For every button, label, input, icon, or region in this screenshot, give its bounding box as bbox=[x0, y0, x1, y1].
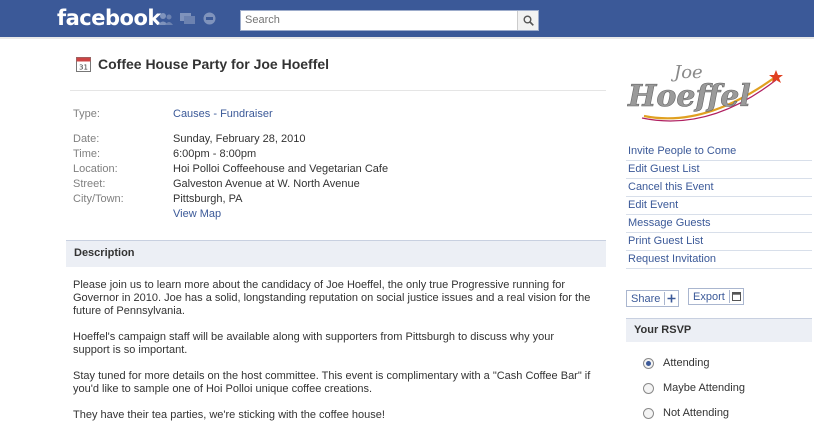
cancel-event-link[interactable]: Cancel this Event bbox=[626, 179, 812, 197]
rsvp-maybe-radio[interactable] bbox=[643, 382, 654, 394]
calendar-export-icon bbox=[728, 290, 743, 303]
rsvp-heading: Your RSVP bbox=[634, 324, 692, 336]
messages-icon[interactable] bbox=[179, 11, 196, 26]
print-guest-list-link[interactable]: Print Guest List bbox=[626, 233, 812, 251]
search-button[interactable] bbox=[517, 11, 538, 30]
plus-icon bbox=[664, 292, 678, 305]
search-box bbox=[240, 10, 539, 31]
location-value: Hoi Polloi Coffeehouse and Vegetarian Ca… bbox=[173, 163, 389, 175]
rsvp-attending-option[interactable]: Attending bbox=[643, 357, 709, 369]
city-value: Pittsburgh, PA bbox=[173, 193, 243, 205]
event-actions: Invite People to Come Edit Guest List Ca… bbox=[626, 143, 812, 269]
rsvp-option-label: Maybe Attending bbox=[663, 382, 745, 394]
svg-text:Hoeffel: Hoeffel bbox=[627, 79, 751, 114]
campaign-logo: Joe Hoeffel bbox=[627, 62, 783, 122]
description-paragraph: Stay tuned for more details on the host … bbox=[73, 370, 591, 395]
type-link[interactable]: Causes - Fundraiser bbox=[173, 108, 273, 120]
export-button[interactable]: Export bbox=[688, 288, 744, 305]
notifications-icon[interactable] bbox=[201, 11, 218, 26]
city-label: City/Town: bbox=[73, 193, 124, 205]
search-input[interactable] bbox=[241, 11, 519, 29]
top-navigation-bar: facebook bbox=[0, 0, 814, 37]
svg-text:31: 31 bbox=[79, 63, 88, 71]
rsvp-not-attending-option[interactable]: Not Attending bbox=[643, 407, 729, 419]
edit-guest-list-link[interactable]: Edit Guest List bbox=[626, 161, 812, 179]
date-value: Sunday, February 28, 2010 bbox=[173, 133, 306, 145]
rsvp-attending-radio[interactable] bbox=[643, 357, 654, 369]
description-paragraph: They have their tea parties, we're stick… bbox=[73, 409, 385, 421]
type-label: Type: bbox=[73, 108, 100, 120]
title-divider bbox=[70, 90, 606, 91]
event-title-row: 31 Coffee House Party for Joe Hoeffel bbox=[76, 56, 329, 72]
description-header: Description bbox=[66, 240, 606, 267]
street-value: Galveston Avenue at W. North Avenue bbox=[173, 178, 360, 190]
street-label: Street: bbox=[73, 178, 106, 190]
page-title: Coffee House Party for Joe Hoeffel bbox=[98, 56, 330, 72]
rsvp-option-label: Not Attending bbox=[663, 407, 730, 419]
view-map-link[interactable]: View Map bbox=[173, 208, 221, 220]
edit-event-link[interactable]: Edit Event bbox=[626, 197, 812, 215]
location-label: Location: bbox=[73, 163, 118, 175]
facebook-logo[interactable]: facebook bbox=[57, 6, 161, 30]
rsvp-header: Your RSVP bbox=[626, 318, 812, 342]
calendar-icon: 31 bbox=[76, 56, 91, 72]
description-paragraph: Please join us to learn more about the c… bbox=[73, 279, 591, 317]
share-button[interactable]: Share bbox=[626, 290, 680, 307]
friend-requests-icon[interactable] bbox=[157, 11, 174, 26]
date-label: Date: bbox=[73, 133, 100, 145]
message-guests-link[interactable]: Message Guests bbox=[626, 215, 812, 233]
export-label: Export bbox=[693, 290, 725, 303]
jewel-icons bbox=[157, 11, 218, 26]
request-invitation-link[interactable]: Request Invitation bbox=[626, 251, 812, 269]
share-label: Share bbox=[631, 292, 661, 305]
description-paragraph: Hoeffel's campaign staff will be availab… bbox=[73, 331, 555, 356]
time-value: 6:00pm - 8:00pm bbox=[173, 148, 257, 160]
rsvp-maybe-option[interactable]: Maybe Attending bbox=[643, 382, 745, 394]
header-shadow bbox=[0, 37, 814, 39]
invite-people-link[interactable]: Invite People to Come bbox=[626, 143, 812, 161]
rsvp-not-attending-radio[interactable] bbox=[643, 407, 654, 419]
rsvp-option-label: Attending bbox=[663, 357, 710, 369]
time-label: Time: bbox=[73, 148, 101, 160]
description-heading: Description bbox=[74, 247, 135, 259]
search-icon bbox=[523, 15, 534, 26]
